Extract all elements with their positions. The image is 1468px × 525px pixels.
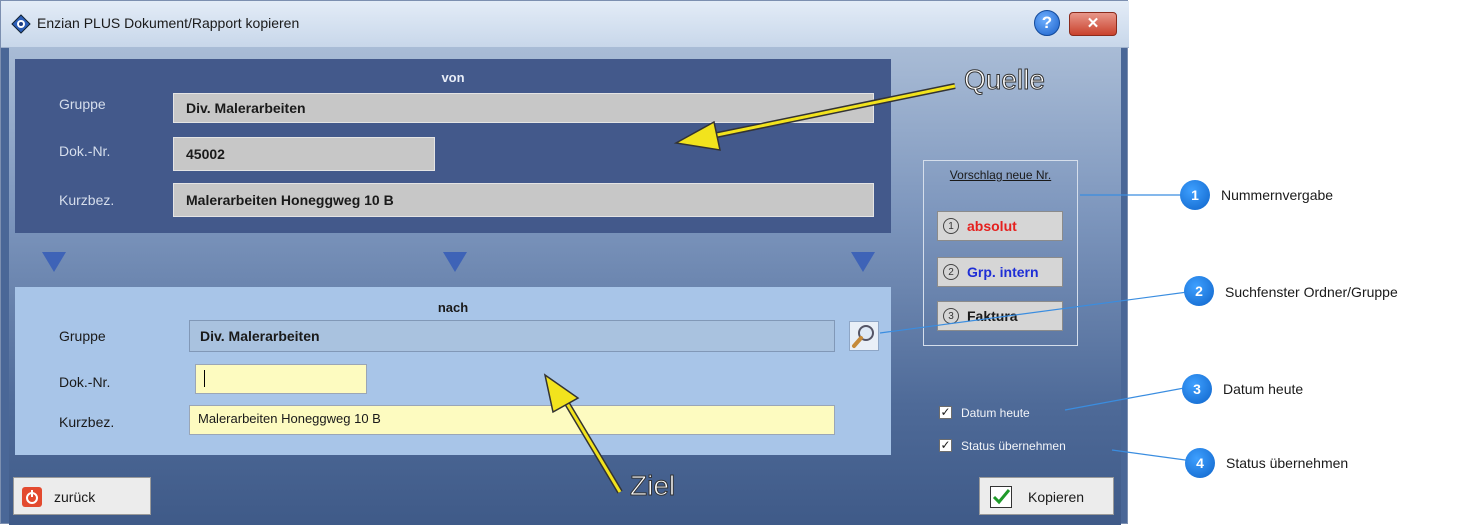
callout-text-4: Status übernehmen — [1226, 455, 1349, 471]
quelle-annotation: Quelle — [964, 64, 1046, 96]
callout-line-2 — [879, 290, 1196, 334]
callout-badge-1: 1 — [1180, 180, 1210, 210]
callout-badge-4: 4 — [1185, 448, 1215, 478]
callout-text-1: Nummernvergabe — [1221, 187, 1334, 203]
callout-text-2: Suchfenster Ordner/Gruppe — [1225, 284, 1398, 300]
ziel-annotation: Ziel — [629, 470, 676, 502]
ziel-arrow — [543, 373, 623, 494]
callout-badge-3: 3 — [1182, 374, 1212, 404]
callout-line-3 — [1064, 385, 1196, 411]
quelle-arrow — [673, 83, 956, 151]
callout-badge-2: 2 — [1184, 276, 1214, 306]
callout-text-3: Datum heute — [1223, 381, 1304, 397]
annotation-layer — [543, 83, 1201, 494]
